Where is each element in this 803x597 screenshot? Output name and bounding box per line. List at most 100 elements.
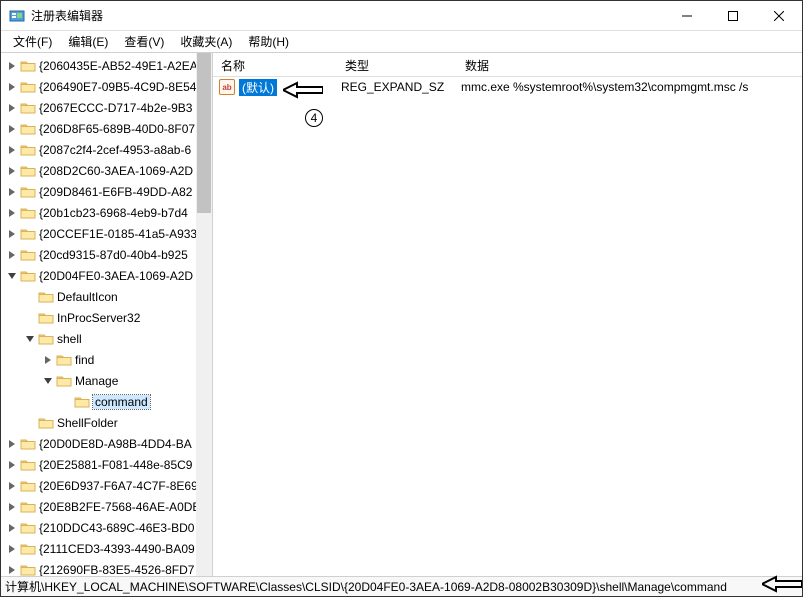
- expand-toggle-icon[interactable]: [5, 458, 19, 472]
- tree-node-label[interactable]: {210DDC43-689C-46E3-BD0: [39, 521, 194, 535]
- tree-node-label[interactable]: command: [93, 395, 150, 409]
- tree-node[interactable]: command: [1, 391, 212, 412]
- expand-toggle-icon[interactable]: [5, 248, 19, 262]
- menu-help[interactable]: 帮助(H): [240, 31, 297, 52]
- tree-node-label[interactable]: {20E6D937-F6A7-4C7F-8E69: [39, 479, 198, 493]
- collapse-toggle-icon[interactable]: [5, 269, 19, 283]
- tree-node-label[interactable]: {20b1cb23-6968-4eb9-b7d4: [39, 206, 188, 220]
- menu-bar: 文件(F) 编辑(E) 查看(V) 收藏夹(A) 帮助(H): [1, 31, 802, 53]
- expand-toggle-icon[interactable]: [5, 122, 19, 136]
- tree-node-label[interactable]: {20E8B2FE-7568-46AE-A0DB: [39, 500, 200, 514]
- tree-node[interactable]: DefaultIcon: [1, 286, 212, 307]
- tree-node-label[interactable]: {209D8461-E6FB-49DD-A82: [39, 185, 192, 199]
- tree-node-label[interactable]: {20CCEF1E-0185-41a5-A933: [39, 227, 197, 241]
- expand-toggle-icon[interactable]: [5, 206, 19, 220]
- tree-node[interactable]: {2111CED3-4393-4490-BA09: [1, 538, 212, 559]
- expand-toggle-icon[interactable]: [5, 164, 19, 178]
- expand-toggle-icon[interactable]: [5, 59, 19, 73]
- tree-node-label[interactable]: InProcServer32: [57, 311, 140, 325]
- close-button[interactable]: [756, 1, 802, 31]
- tree-node[interactable]: {2087c2f4-2cef-4953-a8ab-6: [1, 139, 212, 160]
- expand-toggle-icon[interactable]: [41, 353, 55, 367]
- list-pane[interactable]: 名称 类型 数据 ab (默认) REG_EXPAND_SZ mmc.exe %…: [213, 53, 802, 576]
- column-data[interactable]: 数据: [457, 53, 802, 76]
- tree-node[interactable]: {210DDC43-689C-46E3-BD0: [1, 517, 212, 538]
- folder-icon: [20, 248, 36, 262]
- tree-node-label[interactable]: {206490E7-09B5-4C9D-8E54: [39, 80, 196, 94]
- tree-node[interactable]: {20D0DE8D-A98B-4DD4-BA: [1, 433, 212, 454]
- column-name[interactable]: 名称: [213, 53, 337, 76]
- tree-node[interactable]: {20D04FE0-3AEA-1069-A2D: [1, 265, 212, 286]
- tree-node-label[interactable]: {206D8F65-689B-40D0-8F07: [39, 122, 195, 136]
- menu-favorites[interactable]: 收藏夹(A): [172, 31, 240, 52]
- list-row[interactable]: ab (默认) REG_EXPAND_SZ mmc.exe %systemroo…: [213, 77, 802, 97]
- tree-node-label[interactable]: {212690FB-83E5-4526-8FD7: [39, 563, 194, 577]
- string-value-icon: ab: [219, 79, 235, 95]
- folder-icon: [20, 185, 36, 199]
- tree-node[interactable]: {20E25881-F081-448e-85C9: [1, 454, 212, 475]
- folder-icon: [20, 206, 36, 220]
- expand-toggle-icon[interactable]: [5, 227, 19, 241]
- menu-file[interactable]: 文件(F): [5, 31, 60, 52]
- list-header: 名称 类型 数据: [213, 53, 802, 77]
- expand-toggle-icon[interactable]: [5, 101, 19, 115]
- tree-node[interactable]: {20E8B2FE-7568-46AE-A0DB: [1, 496, 212, 517]
- tree-node-label[interactable]: DefaultIcon: [57, 290, 118, 304]
- tree-node[interactable]: {20cd9315-87d0-40b4-b925: [1, 244, 212, 265]
- expand-toggle-icon[interactable]: [5, 500, 19, 514]
- tree-node[interactable]: {20CCEF1E-0185-41a5-A933: [1, 223, 212, 244]
- tree-node-label[interactable]: Manage: [75, 374, 118, 388]
- tree-node[interactable]: {2067ECCC-D717-4b2e-9B3: [1, 97, 212, 118]
- tree-node[interactable]: ShellFolder: [1, 412, 212, 433]
- status-bar: 计算机\HKEY_LOCAL_MACHINE\SOFTWARE\Classes\…: [1, 576, 802, 596]
- expand-toggle-icon[interactable]: [5, 437, 19, 451]
- tree-node[interactable]: {206490E7-09B5-4C9D-8E54: [1, 76, 212, 97]
- minimize-button[interactable]: [664, 1, 710, 31]
- expand-toggle-icon[interactable]: [5, 185, 19, 199]
- value-name[interactable]: (默认): [239, 79, 277, 96]
- expand-toggle-icon[interactable]: [5, 563, 19, 577]
- expand-toggle-icon[interactable]: [5, 143, 19, 157]
- tree-node-label[interactable]: find: [75, 353, 94, 367]
- tree-node-label[interactable]: {20cd9315-87d0-40b4-b925: [39, 248, 188, 262]
- tree-node[interactable]: {208D2C60-3AEA-1069-A2D: [1, 160, 212, 181]
- expand-toggle-icon[interactable]: [5, 80, 19, 94]
- tree-node[interactable]: {20b1cb23-6968-4eb9-b7d4: [1, 202, 212, 223]
- folder-icon: [20, 542, 36, 556]
- tree-node-label[interactable]: ShellFolder: [57, 416, 118, 430]
- menu-view[interactable]: 查看(V): [116, 31, 172, 52]
- tree-node-label[interactable]: {2067ECCC-D717-4b2e-9B3: [39, 101, 192, 115]
- tree-node[interactable]: {209D8461-E6FB-49DD-A82: [1, 181, 212, 202]
- tree-node-label[interactable]: {208D2C60-3AEA-1069-A2D: [39, 164, 193, 178]
- tree-pane[interactable]: {2060435E-AB52-49E1-A2EA {206490E7-09B5-4…: [1, 53, 213, 576]
- tree-node[interactable]: {20E6D937-F6A7-4C7F-8E69: [1, 475, 212, 496]
- tree-node[interactable]: {206D8F65-689B-40D0-8F07: [1, 118, 212, 139]
- expand-toggle-icon[interactable]: [5, 521, 19, 535]
- tree-node[interactable]: shell: [1, 328, 212, 349]
- tree-scrollbar-thumb[interactable]: [197, 53, 211, 213]
- folder-icon: [56, 374, 72, 388]
- collapse-toggle-icon[interactable]: [23, 332, 37, 346]
- folder-icon: [20, 458, 36, 472]
- expand-toggle-icon[interactable]: [5, 479, 19, 493]
- tree-node-label[interactable]: {2060435E-AB52-49E1-A2EA: [39, 59, 198, 73]
- collapse-toggle-icon[interactable]: [41, 374, 55, 388]
- tree-node[interactable]: {212690FB-83E5-4526-8FD7: [1, 559, 212, 576]
- expand-toggle-icon[interactable]: [5, 542, 19, 556]
- window-controls: [664, 1, 802, 31]
- tree-node-label[interactable]: {20D0DE8D-A98B-4DD4-BA: [39, 437, 192, 451]
- column-type[interactable]: 类型: [337, 53, 457, 76]
- tree-node-label[interactable]: {2111CED3-4393-4490-BA09: [39, 542, 195, 556]
- tree-node-label[interactable]: {2087c2f4-2cef-4953-a8ab-6: [39, 143, 191, 157]
- tree-node[interactable]: find: [1, 349, 212, 370]
- menu-edit[interactable]: 编辑(E): [60, 31, 116, 52]
- tree-node-label[interactable]: {20E25881-F081-448e-85C9: [39, 458, 192, 472]
- folder-icon: [74, 395, 90, 409]
- tree-scrollbar[interactable]: [196, 53, 212, 576]
- tree-node[interactable]: {2060435E-AB52-49E1-A2EA: [1, 55, 212, 76]
- tree-node[interactable]: InProcServer32: [1, 307, 212, 328]
- tree-node-label[interactable]: shell: [57, 332, 82, 346]
- maximize-button[interactable]: [710, 1, 756, 31]
- tree-node-label[interactable]: {20D04FE0-3AEA-1069-A2D: [39, 269, 193, 283]
- tree-node[interactable]: Manage: [1, 370, 212, 391]
